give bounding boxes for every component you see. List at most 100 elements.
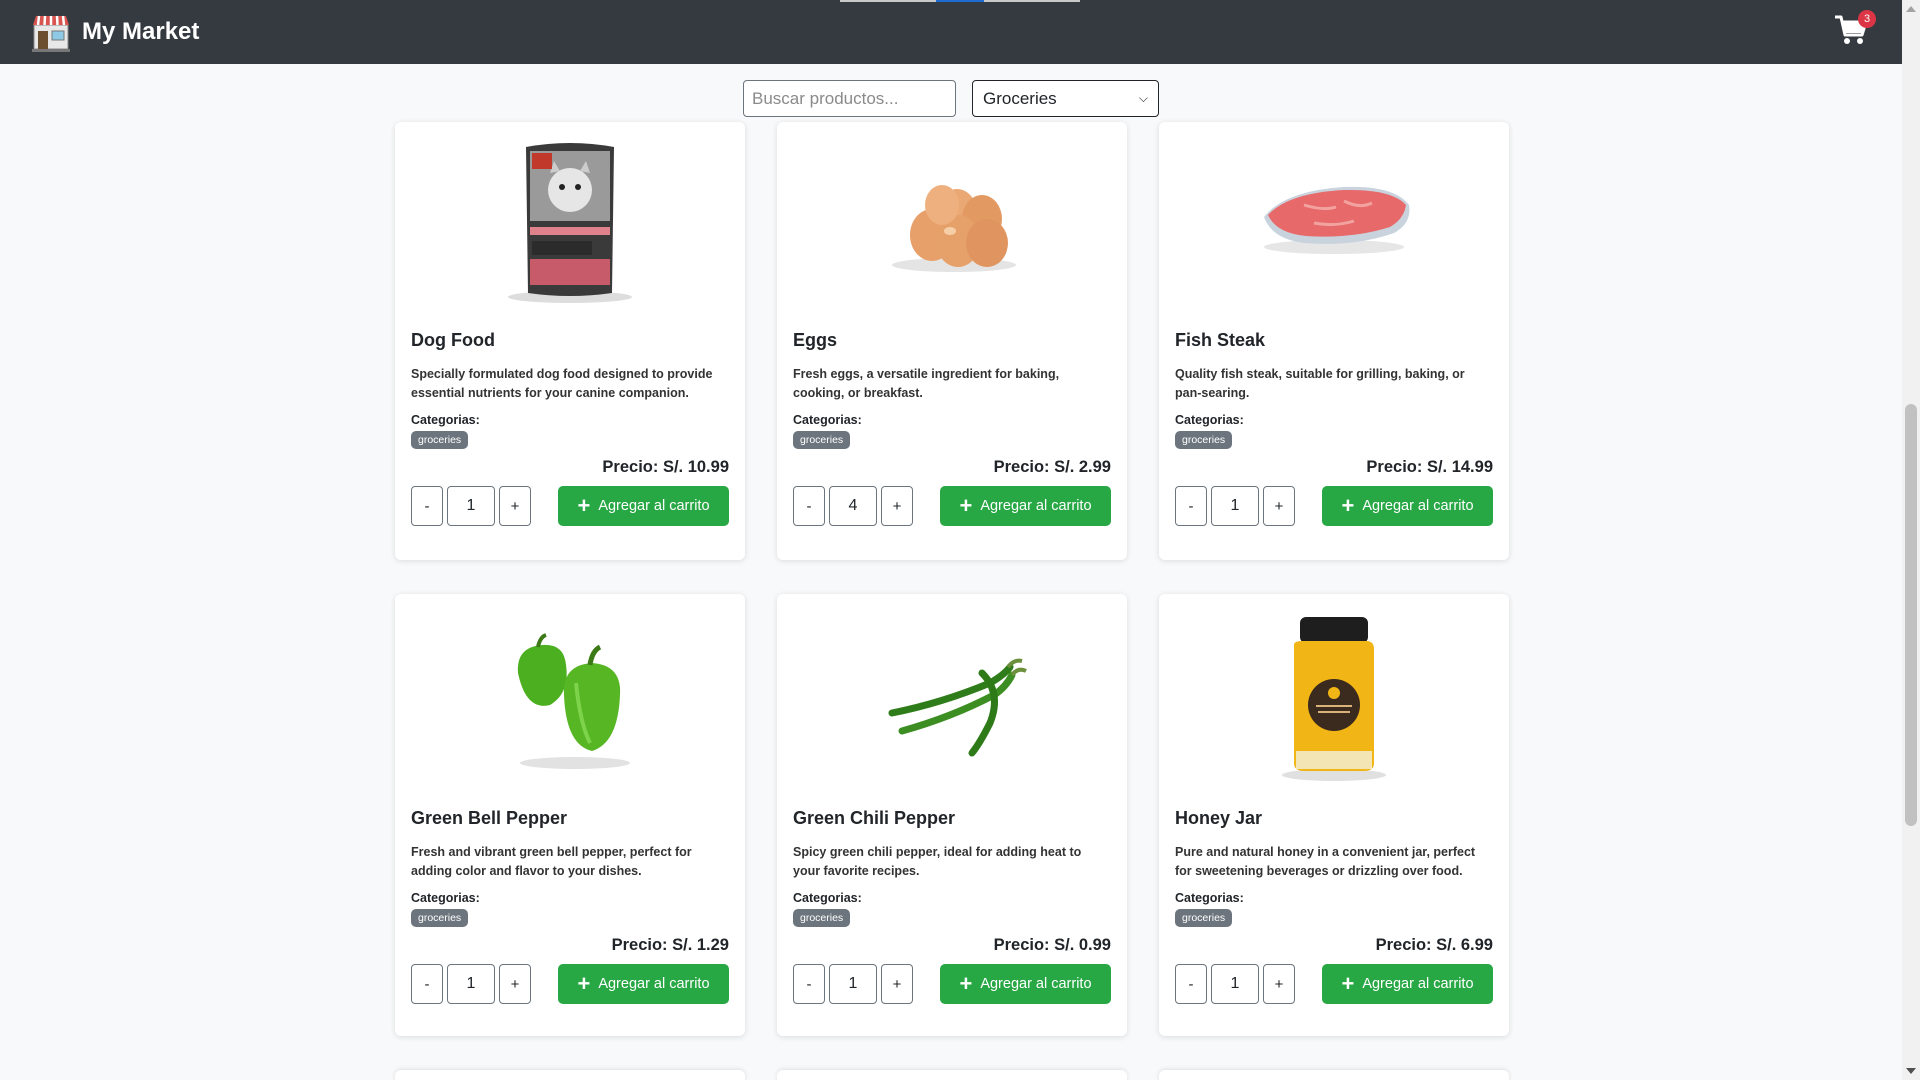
plus-icon: +: [577, 493, 591, 518]
navbar: My Market 3: [0, 0, 1902, 64]
product-image: [1159, 132, 1509, 308]
product-price: Precio: S/. 10.99: [602, 458, 729, 476]
product-image: [1159, 610, 1509, 786]
honey-jar-image: [1282, 617, 1386, 781]
increase-quantity-button[interactable]: +: [1263, 486, 1295, 526]
add-to-cart-button[interactable]: + Agregar al carrito: [558, 486, 729, 526]
product-title: Fish Steak: [1175, 330, 1266, 350]
category-badge: groceries: [411, 909, 469, 927]
increase-quantity-button[interactable]: +: [499, 486, 531, 526]
quantity-input[interactable]: 4: [829, 486, 877, 526]
product-card-partial: [777, 1070, 1127, 1080]
category-badge: groceries: [793, 431, 851, 449]
top-indicator: [840, 0, 1080, 2]
filter-bar: Groceries ⌵: [743, 80, 1159, 117]
category-badge: groceries: [793, 909, 851, 927]
page-scrollbar[interactable]: [1902, 0, 1920, 1080]
product-card-partial: [1159, 1070, 1509, 1080]
product-title: Green Chili Pepper: [793, 808, 956, 828]
chevron-down-icon: ⌵: [1138, 91, 1148, 105]
product-card-partial: [395, 1070, 745, 1080]
cart-actions: - 4 + + Agregar al carrito: [793, 486, 1111, 526]
quantity-input[interactable]: 1: [447, 486, 495, 526]
decrease-quantity-button[interactable]: -: [411, 964, 443, 1004]
brand-link[interactable]: My Market: [30, 11, 199, 53]
quantity-input[interactable]: 1: [1211, 486, 1259, 526]
decrease-quantity-button[interactable]: -: [793, 486, 825, 526]
product-description: Pure and natural honey in a convenient j…: [1175, 845, 1476, 878]
quantity-input[interactable]: 1: [447, 964, 495, 1004]
product-price: Precio: S/. 6.99: [1375, 936, 1493, 954]
green-bell-pepper-image: [517, 633, 630, 769]
eggs-image: [892, 185, 1016, 272]
product-title: Honey Jar: [1175, 808, 1263, 828]
categories-label: Categorias:: [793, 413, 862, 427]
add-to-cart-label: Agregar al carrito: [598, 976, 710, 992]
product-image: [777, 132, 1127, 308]
quantity-input[interactable]: 1: [1211, 964, 1259, 1004]
fish-steak-image: [1264, 186, 1410, 254]
add-to-cart-button[interactable]: + Agregar al carrito: [1322, 964, 1493, 1004]
categories-label: Categorias:: [1175, 413, 1244, 427]
decrease-quantity-button[interactable]: -: [793, 964, 825, 1004]
add-to-cart-button[interactable]: + Agregar al carrito: [558, 964, 729, 1004]
add-to-cart-label: Agregar al carrito: [980, 976, 1092, 992]
scroll-thumb[interactable]: [1905, 404, 1917, 826]
increase-quantity-button[interactable]: +: [881, 964, 913, 1004]
category-select-value: Groceries: [983, 88, 1057, 108]
product-description: Spicy green chili pepper, ideal for addi…: [793, 845, 1082, 878]
product-description: Fresh and vibrant green bell pepper, per…: [411, 845, 692, 878]
category-badge: groceries: [1175, 909, 1233, 927]
product-title: Green Bell Pepper: [411, 808, 568, 828]
plus-icon: +: [959, 493, 973, 518]
green-chili-pepper-image: [888, 658, 1027, 757]
categories-label: Categorias:: [1175, 891, 1244, 905]
product-description: Fresh eggs, a versatile ingredient for b…: [793, 367, 1060, 400]
product-price: Precio: S/. 2.99: [993, 458, 1111, 476]
add-to-cart-label: Agregar al carrito: [1362, 976, 1474, 992]
decrease-quantity-button[interactable]: -: [1175, 486, 1207, 526]
dog-food-bag-image: [508, 143, 632, 303]
product-price: Precio: S/. 1.29: [611, 936, 729, 954]
product-description: Quality fish steak, suitable for grillin…: [1175, 367, 1465, 400]
plus-icon: +: [1341, 971, 1355, 996]
decrease-quantity-button[interactable]: -: [411, 486, 443, 526]
add-to-cart-label: Agregar al carrito: [980, 498, 1092, 514]
plus-icon: +: [1341, 493, 1355, 518]
scroll-up-icon[interactable]: [1906, 6, 1916, 12]
increase-quantity-button[interactable]: +: [499, 964, 531, 1004]
product-description: Specially formulated dog food designed t…: [411, 367, 713, 400]
storefront-icon: [32, 15, 70, 52]
product-price: Precio: S/. 0.99: [993, 936, 1111, 954]
product-image: [777, 610, 1127, 786]
add-to-cart-button[interactable]: + Agregar al carrito: [940, 486, 1111, 526]
category-select[interactable]: Groceries ⌵: [972, 80, 1159, 117]
increase-quantity-button[interactable]: +: [1263, 964, 1295, 1004]
product-title: Dog Food: [411, 330, 495, 350]
category-badge: groceries: [1175, 431, 1233, 449]
increase-quantity-button[interactable]: +: [881, 486, 913, 526]
cart-actions: - 1 + + Agregar al carrito: [411, 964, 729, 1004]
search-input[interactable]: [743, 80, 956, 117]
categories-label: Categorias:: [793, 891, 862, 905]
product-card: Fish Steak Quality fish steak, suitable …: [1159, 122, 1509, 560]
product-image: [395, 610, 745, 786]
plus-icon: +: [959, 971, 973, 996]
add-to-cart-label: Agregar al carrito: [1362, 498, 1474, 514]
add-to-cart-button[interactable]: + Agregar al carrito: [940, 964, 1111, 1004]
decrease-quantity-button[interactable]: -: [1175, 964, 1207, 1004]
category-badge: groceries: [411, 431, 469, 449]
product-image: [395, 132, 745, 308]
cart-actions: - 1 + + Agregar al carrito: [1175, 486, 1493, 526]
brand-name: My Market: [82, 18, 200, 45]
product-card: Green Bell Pepper Fresh and vibrant gree…: [395, 594, 745, 1036]
scroll-down-icon[interactable]: [1906, 1068, 1916, 1074]
add-to-cart-button[interactable]: + Agregar al carrito: [1322, 486, 1493, 526]
product-card: Honey Jar Pure and natural honey in a co…: [1159, 594, 1509, 1036]
cart-button[interactable]: 3: [1834, 10, 1876, 50]
quantity-input[interactable]: 1: [829, 964, 877, 1004]
plus-icon: +: [577, 971, 591, 996]
product-card: Dog Food Specially formulated dog food d…: [395, 122, 745, 560]
product-title: Eggs: [793, 330, 838, 350]
cart-actions: - 1 + + Agregar al carrito: [411, 486, 729, 526]
